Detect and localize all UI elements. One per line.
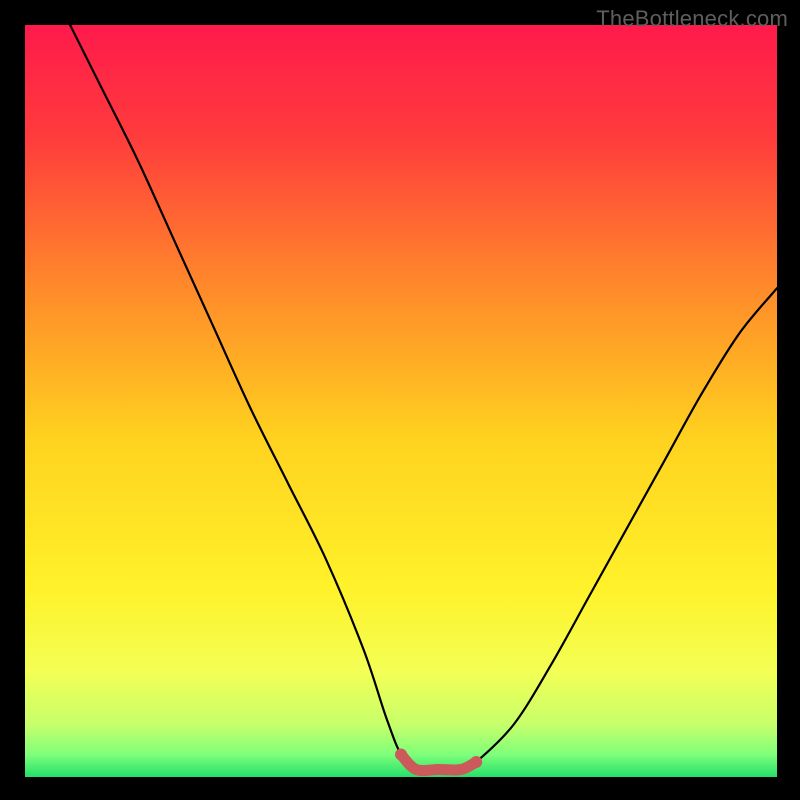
watermark-text: TheBottleneck.com	[596, 6, 788, 32]
plot-background	[25, 25, 777, 777]
bottleneck-chart: TheBottleneck.com	[0, 0, 800, 800]
optimal-range-dot-right	[470, 756, 482, 768]
chart-svg	[0, 0, 800, 800]
optimal-range-dot-left	[395, 748, 407, 760]
